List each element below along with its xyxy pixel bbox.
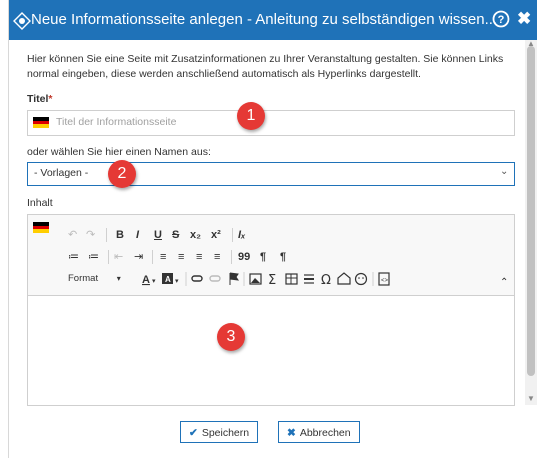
align-justify-icon[interactable]: ≡ — [214, 249, 220, 265]
collapse-toolbar-icon: ⌃ — [500, 277, 508, 288]
formula-icon: Σ — [268, 273, 276, 288]
template-select[interactable]: - Vorlagen - ⌄ — [27, 162, 515, 186]
content-label: Inhalt — [27, 197, 53, 209]
caret-down-icon: ▾ — [116, 274, 121, 283]
anchor-flag-icon — [229, 272, 240, 285]
special-char-icon: Ω — [321, 273, 331, 288]
dialog-content: Hier können Sie eine Seite mit Zusatzinf… — [9, 40, 523, 458]
align-left-icon[interactable]: ≡ — [160, 249, 166, 265]
dialog: Neue Informationsseite anlegen - Anleitu… — [8, 0, 537, 458]
dialog-titlebar: Neue Informationsseite anlegen - Anleitu… — [9, 0, 537, 40]
marker-2: 2 — [108, 160, 136, 188]
marker-3: 3 — [217, 323, 245, 351]
align-center-icon[interactable]: ≡ — [178, 249, 184, 265]
x-icon: ✖ — [287, 427, 296, 439]
caret-down-icon: ▾ — [175, 278, 179, 285]
remove-format-icon[interactable]: Iₓ — [238, 227, 245, 243]
question-circle-icon[interactable]: ? — [492, 10, 510, 28]
title-placeholder: Titel der Informationsseite — [56, 116, 177, 128]
editor-content-area[interactable] — [28, 296, 514, 405]
subscript-icon[interactable]: x₂ — [190, 227, 201, 243]
format-dropdown[interactable]: Format ▾ — [68, 273, 121, 284]
title-input[interactable]: Titel der Informationsseite — [27, 110, 515, 136]
de-flag-icon — [33, 117, 49, 128]
blockquote-icon[interactable]: 99 — [238, 249, 250, 265]
check-icon: ✔ — [189, 427, 198, 439]
outdent-icon[interactable]: ⇤ — [114, 249, 123, 265]
marker-1: 1 — [237, 102, 265, 130]
bold-icon[interactable]: B — [116, 227, 124, 243]
align-right-icon[interactable]: ≡ — [196, 249, 202, 265]
italic-icon[interactable]: I — [136, 227, 139, 243]
template-select-label: oder wählen Sie hier einen Namen aus: — [27, 146, 211, 158]
app-logo-icon — [13, 12, 31, 30]
scrollbar[interactable]: ▲ ▼ — [525, 39, 537, 405]
page-break-icon — [337, 272, 351, 285]
numbered-list-icon[interactable]: ≔ — [68, 249, 79, 265]
redo-icon[interactable]: ↷ — [86, 227, 95, 243]
scroll-down-icon[interactable]: ▼ — [527, 394, 535, 403]
dialog-title: Neue Informationsseite anlegen - Anleitu… — [31, 11, 498, 28]
svg-text:?: ? — [498, 14, 505, 26]
chevron-down-icon: ⌄ — [500, 166, 509, 177]
save-button[interactable]: ✔ Speichern — [180, 421, 259, 443]
title-label: Titel* — [27, 93, 53, 105]
link-icon — [191, 275, 203, 282]
smiley-icon — [354, 272, 368, 286]
ltr-icon[interactable]: ¶ — [260, 249, 266, 265]
unlink-icon — [209, 275, 221, 282]
superscript-icon[interactable]: x² — [211, 227, 221, 243]
cancel-button[interactable]: ✖ Abbrechen — [278, 421, 360, 443]
svg-text:A: A — [165, 275, 171, 284]
editor-toolbar: ↶ ↷ B I U S x₂ x² Iₓ ≔ ≔ ⇤ ⇥ ≡ ≡ ≡ ≡ 99 … — [28, 215, 514, 296]
de-flag-icon[interactable] — [33, 222, 49, 233]
template-select-value: - Vorlagen - — [34, 167, 89, 179]
text-color-icon: A — [142, 274, 150, 286]
underline-icon[interactable]: U — [154, 227, 162, 243]
caret-down-icon: ▾ — [152, 278, 156, 285]
svg-text:<>: <> — [381, 278, 389, 284]
editor-toolbar-row3-icons: A ▾ A ▾ Σ Ω <> ⌃ — [142, 272, 508, 288]
content-editor: ↶ ↷ B I U S x₂ x² Iₓ ≔ ≔ ⇤ ⇥ ≡ ≡ ≡ ≡ 99 … — [27, 214, 515, 406]
undo-icon[interactable]: ↶ — [68, 227, 77, 243]
scrollbar-thumb[interactable] — [527, 46, 535, 376]
bulleted-list-icon[interactable]: ≔ — [88, 249, 99, 265]
close-icon[interactable]: ✖ — [517, 9, 531, 29]
intro-text: Hier können Sie eine Seite mit Zusatzinf… — [27, 53, 504, 80]
rtl-icon[interactable]: ¶ — [280, 249, 286, 265]
strikethrough-icon[interactable]: S — [172, 227, 179, 243]
required-mark: * — [48, 93, 53, 105]
indent-icon[interactable]: ⇥ — [134, 249, 143, 265]
